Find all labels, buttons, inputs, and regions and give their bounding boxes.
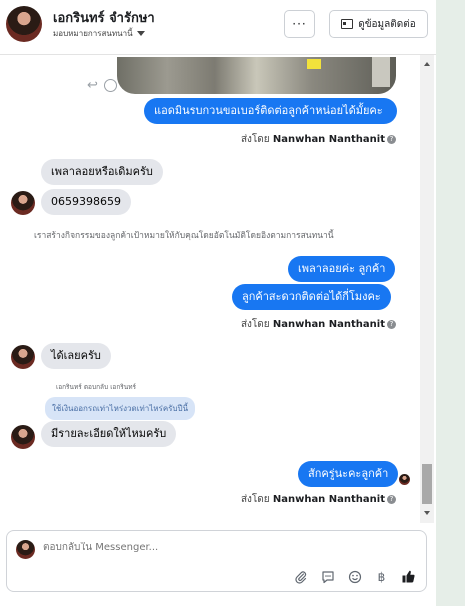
message-outgoing[interactable]: สักครู่นะคะลูกค้า xyxy=(298,461,399,487)
sent-by: ส่งโดย Nanwhan Nanthanit? xyxy=(241,317,396,332)
page-background xyxy=(436,0,465,606)
message-list[interactable]: ↩ แอดมินรบกวนขอเบอร์ติดต่อลูกค้าหน่อยได้… xyxy=(0,55,436,523)
message-outgoing[interactable]: แอดมินรบกวนขอเบอร์ติดต่อลูกค้าหน่อยได้มั… xyxy=(144,98,397,124)
sent-by-prefix: ส่งโดย xyxy=(240,494,270,505)
message-outgoing[interactable]: ลูกค้าสะดวกติดต่อได้กี่โมงคะ xyxy=(232,284,391,310)
contact-name[interactable]: เอกรินทร์ จำรักษา xyxy=(53,7,155,28)
react-icon[interactable] xyxy=(104,79,117,92)
message-outgoing[interactable]: เพลาลอยค่ะ ลูกค้า xyxy=(288,256,396,282)
message-incoming[interactable]: มีรายละเอียดให้ไหมครับ xyxy=(41,421,177,447)
contact-avatar[interactable] xyxy=(6,6,42,42)
sender-avatar xyxy=(11,191,35,215)
seen-avatar xyxy=(399,474,410,485)
system-note: เราสร้างกิจกรรมของลูกค้าเป้าหมายให้กับคุ… xyxy=(34,231,334,241)
sender-name: Nanwhan Nanthanit xyxy=(272,494,385,505)
sent-by: ส่งโดย Nanwhan Nanthanit? xyxy=(241,492,396,507)
page-avatar xyxy=(16,540,35,559)
sender-name: Nanwhan Nanthanit xyxy=(272,134,385,145)
sender-name: Nanwhan Nanthanit xyxy=(272,319,385,330)
sent-by: ส่งโดย Nanwhan Nanthanit? xyxy=(241,132,396,147)
paperclip-icon[interactable] xyxy=(293,569,308,584)
conversation-header: เอกรินทร์ จำรักษา มอบหมายการสนทนานี้ ···… xyxy=(0,0,436,55)
chevron-down-icon xyxy=(136,31,145,36)
help-icon[interactable]: ? xyxy=(387,134,396,144)
sender-avatar xyxy=(11,425,35,449)
sender-avatar xyxy=(11,345,35,369)
scrollbar[interactable] xyxy=(420,55,434,523)
scroll-down-arrow[interactable] xyxy=(424,511,430,515)
baht-icon[interactable]: ฿ xyxy=(374,569,389,584)
reply-input[interactable] xyxy=(43,542,343,553)
reply-icon[interactable]: ↩ xyxy=(87,78,98,93)
chat-bubble-icon[interactable] xyxy=(320,569,335,584)
emoji-icon[interactable] xyxy=(347,569,362,584)
image-attachment[interactable] xyxy=(117,57,396,94)
composer-toolbar: ฿ xyxy=(293,569,416,584)
scroll-up-arrow[interactable] xyxy=(424,62,430,66)
sent-by-prefix: ส่งโดย xyxy=(240,319,270,330)
assign-label: มอบหมายการสนทนานี้ xyxy=(53,29,133,38)
message-incoming[interactable]: เพลาลอยหรือเดิมครับ xyxy=(41,159,163,185)
scrollbar-thumb[interactable] xyxy=(422,464,432,504)
thumbs-up-icon[interactable] xyxy=(401,569,416,584)
contact-card-icon xyxy=(341,19,354,29)
more-options-button[interactable]: ··· xyxy=(284,10,315,38)
reply-context-label: เอกรินทร์ ตอบกลับ เอกรินทร์ xyxy=(56,383,136,391)
message-incoming[interactable]: ได้เลยครับ xyxy=(41,343,111,369)
reply-composer: ฿ xyxy=(6,530,427,592)
help-icon[interactable]: ? xyxy=(387,319,396,329)
quoted-message[interactable]: ใช้เงินออกรถเท่าไหร่งวดเท่าไหร่ครับปีนี้ xyxy=(45,397,196,420)
message-incoming[interactable]: 0659398659 xyxy=(41,189,131,215)
view-contact-button[interactable]: ดูข้อมูลติดต่อ xyxy=(329,10,428,38)
view-contact-label: ดูข้อมูลติดต่อ xyxy=(358,18,416,30)
sent-by-prefix: ส่งโดย xyxy=(240,134,270,145)
conversation-panel: เอกรินทร์ จำรักษา มอบหมายการสนทนานี้ ···… xyxy=(0,0,436,606)
assign-conversation[interactable]: มอบหมายการสนทนานี้ xyxy=(53,27,145,40)
help-icon[interactable]: ? xyxy=(387,494,396,504)
